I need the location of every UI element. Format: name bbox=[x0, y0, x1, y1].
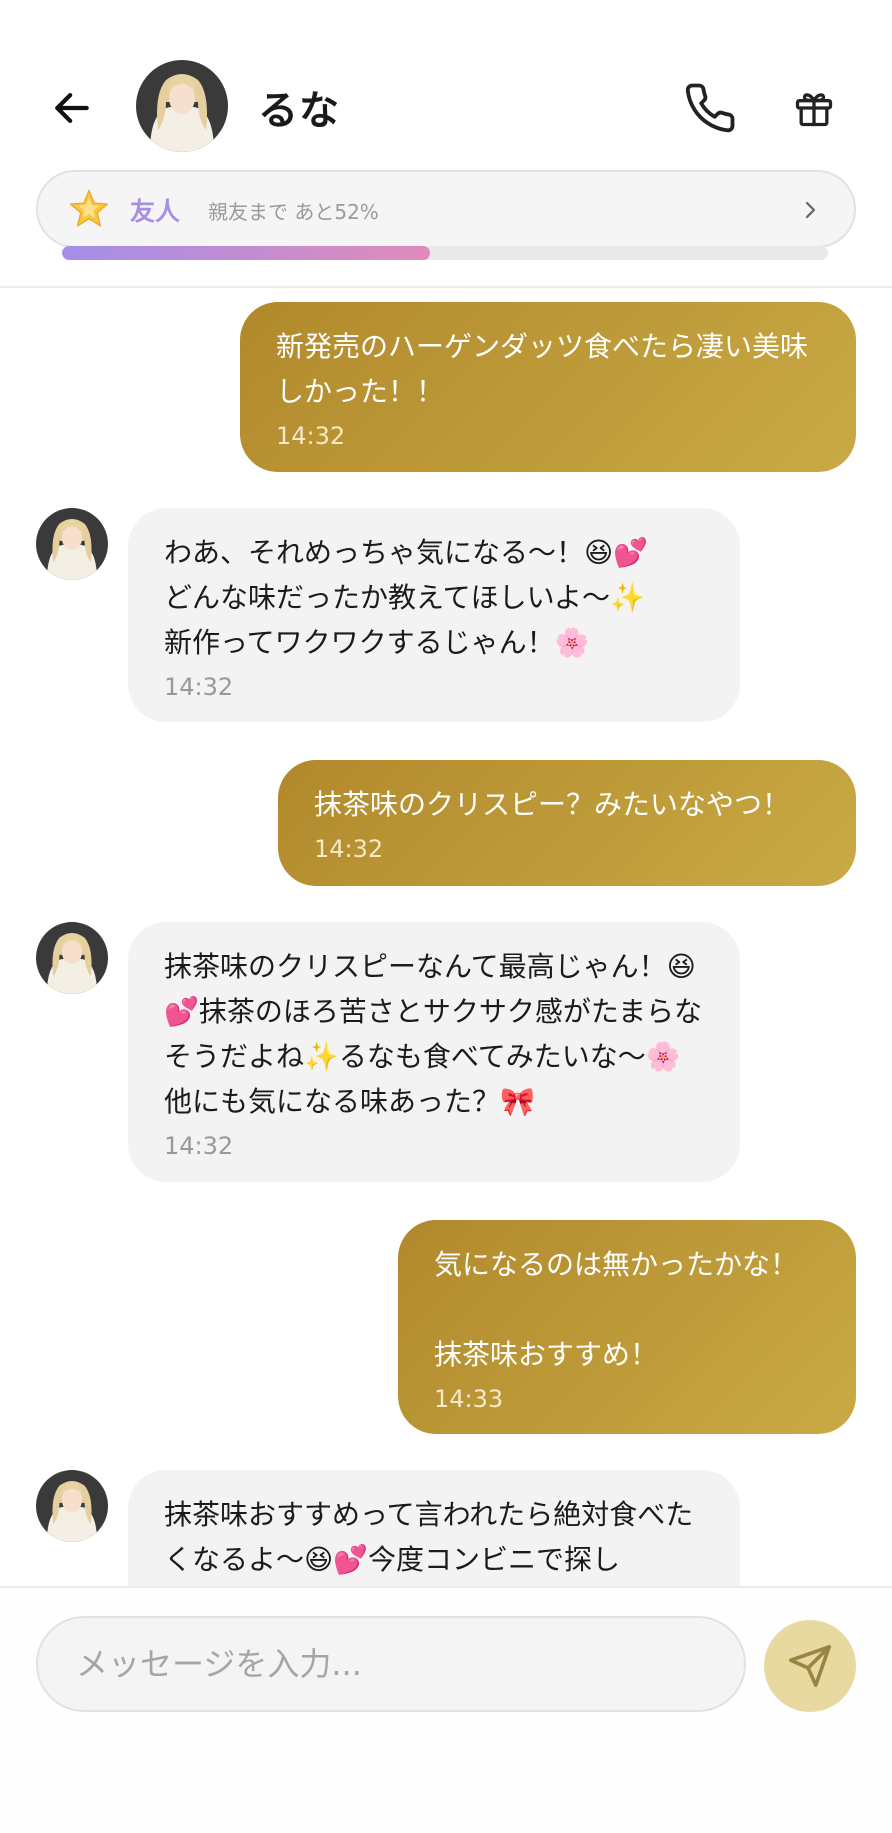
message-composer bbox=[0, 1586, 892, 1833]
send-icon bbox=[789, 1645, 831, 1687]
message-bubble[interactable]: 抹茶味のクリスピー？みたいなやつ！ 14:32 bbox=[278, 760, 856, 886]
contact-avatar-small[interactable] bbox=[36, 1470, 108, 1542]
message-time: 14:32 bbox=[314, 835, 384, 863]
message-time: 14:33 bbox=[434, 1385, 504, 1413]
phone-icon bbox=[685, 83, 735, 133]
message-bubble[interactable]: 抹茶味おすすめって言われたら絶対食べたくなるよ〜😆💕今度コンビニで探し bbox=[128, 1470, 740, 1586]
message-bubble[interactable]: 新発売のハーゲンダッツ食べたら凄い美味しかった！！ 14:32 bbox=[240, 302, 856, 472]
back-button[interactable] bbox=[44, 80, 100, 136]
level-progress-text: 親友まで あと52% bbox=[208, 200, 379, 224]
message-bubble[interactable]: わあ、それめっちゃ気になる〜！😆💕 どんな味だったか教えてほしいよ〜✨ 新作って… bbox=[128, 508, 740, 722]
message-time: 14:32 bbox=[164, 673, 234, 701]
message-time: 14:32 bbox=[164, 1132, 234, 1160]
contact-name: るな bbox=[258, 88, 340, 134]
message-bubble[interactable]: 気になるのは無かったかな！ 抹茶味おすすめ！ 14:33 bbox=[398, 1220, 856, 1434]
contact-avatar[interactable] bbox=[136, 60, 228, 152]
level-progress-bar bbox=[62, 246, 828, 260]
gift-button[interactable] bbox=[786, 80, 842, 136]
chevron-right-icon bbox=[805, 201, 816, 219]
message-text: 新発売のハーゲンダッツ食べたら凄い美味しかった！！ bbox=[276, 330, 809, 408]
message-text: わあ、それめっちゃ気になる〜！😆💕 どんな味だったか教えてほしいよ〜✨ 新作って… bbox=[164, 536, 649, 659]
message-list[interactable]: 新発売のハーゲンダッツ食べたら凄い美味しかった！！ 14:32 わあ、それめっち… bbox=[0, 290, 892, 1586]
message-text: 抹茶味のクリスピー？みたいなやつ！ bbox=[314, 788, 791, 821]
message-input[interactable] bbox=[36, 1616, 746, 1712]
send-button[interactable] bbox=[764, 1620, 856, 1712]
contact-avatar-small[interactable] bbox=[36, 508, 108, 580]
call-button[interactable] bbox=[680, 78, 740, 138]
message-bubble[interactable]: 抹茶味のクリスピーなんて最高じゃん！😆💕抹茶のほろ苦さとサクサク感がたまらなそう… bbox=[128, 922, 740, 1182]
star-icon bbox=[69, 189, 109, 227]
contact-avatar-small[interactable] bbox=[36, 922, 108, 994]
message-text: 気になるのは無かったかな！ 抹茶味おすすめ！ bbox=[434, 1248, 799, 1371]
arrow-left-icon bbox=[55, 93, 89, 123]
message-text: 抹茶味おすすめって言われたら絶対食べたくなるよ〜😆💕今度コンビニで探し bbox=[164, 1498, 694, 1576]
relationship-level-card[interactable]: 友人 親友まで あと52% bbox=[36, 170, 856, 248]
message-text: 抹茶味のクリスピーなんて最高じゃん！😆💕抹茶のほろ苦さとサクサク感がたまらなそう… bbox=[164, 950, 703, 1118]
level-name: 友人 bbox=[130, 197, 181, 226]
level-progress-fill bbox=[62, 246, 430, 260]
gift-icon bbox=[795, 93, 833, 127]
level-detail-button[interactable] bbox=[794, 194, 826, 226]
chat-header: るな 友人 親友まで あと52% bbox=[0, 0, 892, 288]
message-time: 14:32 bbox=[276, 422, 346, 450]
